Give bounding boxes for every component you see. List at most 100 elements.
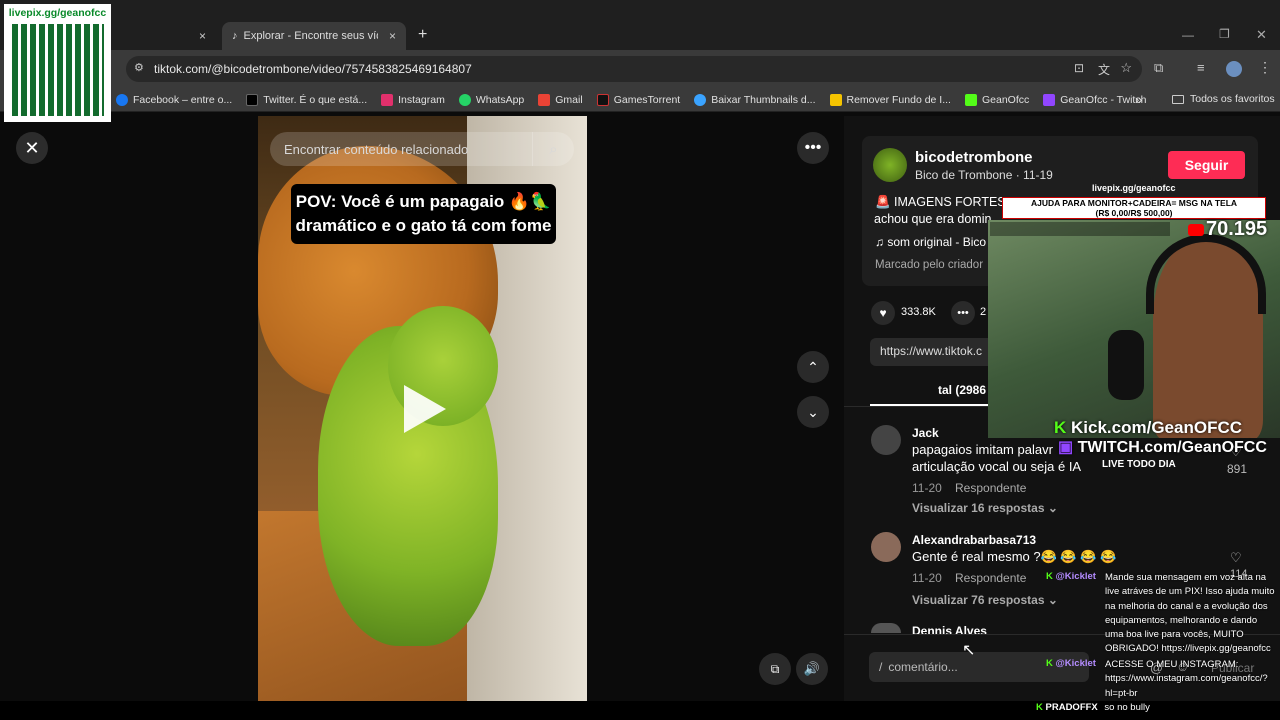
bookmark-whatsapp[interactable]: WhatsApp [458,93,524,106]
bookmarks-bar: Facebook – entre o... Twitter. É o que e… [0,88,1280,112]
bookmark-geanofcc-twitch[interactable]: GeanOfcc - Twitch [1043,93,1146,106]
bookmark-gmail[interactable]: Gmail [538,93,583,106]
twitch-channel: ▣ TWITCH.com/GeanOFCC [1058,439,1267,456]
bookmark-instagram[interactable]: Instagram [381,93,445,106]
chevron-down-icon[interactable]: ⌄ [797,396,829,428]
all-favorites-folder[interactable]: Todos os favoritos [1172,93,1275,105]
url-bar[interactable]: ⚙ tiktok.com/@bicodetrombone/video/75745… [126,56,1142,82]
livepix-label: livepix.gg/geanofcc [1092,183,1176,193]
close-icon[interactable]: × [389,29,396,43]
avatar[interactable] [871,532,901,562]
more-options-icon[interactable]: ••• [797,132,829,164]
menu-icon[interactable]: ⋮ [1258,59,1272,76]
media-icon[interactable]: ≡ [1197,60,1205,75]
related-search-input[interactable]: Encontrar conteúdo relacionado ⌕ [270,132,574,166]
install-icon[interactable]: ⊡ [1074,61,1084,75]
comment-author[interactable]: Alexandrabarbasa713 [912,533,1036,547]
reply-button[interactable]: Respondente [955,481,1026,495]
follow-button[interactable]: Seguir [1168,151,1245,179]
bookmark-remover-fundo[interactable]: Remover Fundo de I... [829,93,951,106]
window-close-icon[interactable]: ✕ [1256,27,1267,43]
webcam-headset [1146,234,1266,314]
qr-code-icon [12,24,104,116]
volume-icon[interactable]: 🔊 [796,653,828,685]
user-subtitle: Bico de Trombone · 11-19 [915,168,1053,182]
instagram-icon [381,93,394,106]
x-icon [246,93,259,106]
kick-icon: K [1036,702,1043,713]
bookmark-twitter[interactable]: Twitter. É o que está... [246,93,367,106]
kick-icon: K [1046,658,1053,669]
mouse-cursor-icon: ↖ [962,642,976,659]
view-replies-button[interactable]: Visualizar 16 respostas ⌄ [912,501,1058,515]
close-icon[interactable]: × [199,29,206,43]
bookmark-geanofcc[interactable]: GeanOfcc [964,93,1029,106]
video-caption: POV: Você é um papagaio 🔥🦜 dramático e o… [291,184,556,244]
like-count: 333.8K [901,306,936,318]
donation-goal: AJUDA PARA MONITOR+CADEIRA= MSG NA TELA … [1002,197,1266,219]
tiktok-icon: ♪ [232,30,238,42]
comment-author[interactable]: Dennis Alves [912,624,987,634]
comment-like-count: 891 [1227,462,1248,476]
new-tab-button[interactable]: + [418,26,427,44]
kick-icon: K [1054,418,1067,437]
translate-icon[interactable]: 文 [1098,61,1110,78]
twitch-icon: ▣ [1058,439,1074,456]
folder-icon [1172,94,1184,104]
tab-first[interactable]: × [112,22,216,50]
comment-text: papagaios imitam palavr [912,442,1053,457]
close-video-icon[interactable]: ✕ [16,132,48,164]
tab-explorar[interactable]: ♪ Explorar - Encontre seus vídeos × [222,22,406,50]
view-replies-button[interactable]: Visualizar 76 respostas ⌄ [912,593,1058,607]
profile-avatar[interactable] [1226,61,1242,77]
sound-link[interactable]: ♫ som original - Bico [875,235,986,249]
qr-panel: livepix.gg/geanofcc [4,4,111,122]
qr-label: livepix.gg/geanofcc [8,7,107,19]
kick-icon [964,93,977,106]
picture-in-picture-icon[interactable]: ⧉ [759,653,791,685]
webcam-feed [988,220,1280,438]
play-icon[interactable] [404,385,446,433]
tagged-by-creator: Marcado pelo criador [875,259,984,271]
comment-heart-icon[interactable]: ♡ [1230,550,1242,566]
comment-author[interactable]: Jack [912,426,939,440]
site-info-icon[interactable]: ⚙ [134,61,144,74]
reply-button[interactable]: Respondente [955,571,1026,585]
tab-comments[interactable]: tal (2986 [938,383,986,397]
minimize-icon[interactable]: — [1182,28,1194,42]
viewer-counter: 70.195 [1188,218,1267,241]
chevron-up-icon[interactable]: ⌃ [797,351,829,383]
comment-text: Gente é real mesmo ?😂 😂 😂 😂 [912,549,1117,564]
whatsapp-icon [458,93,471,106]
comment-date: 11-20 [912,571,942,585]
bookmark-gamestorrent[interactable]: GamesTorrent [596,93,680,106]
gamestorrent-icon [596,93,609,106]
avatar[interactable] [871,425,901,455]
avatar[interactable] [873,148,907,182]
kick-icon: K [1046,571,1053,582]
username[interactable]: bicodetrombone [915,149,1033,166]
thumbnails-icon [694,93,707,106]
bookmark-facebook[interactable]: Facebook – entre o... [116,93,232,106]
kick-channel: K Kick.com/GeanOFCC [1054,418,1243,437]
supporters-strip [990,222,1170,236]
heart-icon[interactable]: ♥ [871,301,895,325]
comment-date: 11-20 [912,481,942,495]
chat-author: K @Kicklet [1046,658,1096,669]
comment-icon[interactable]: ••• [951,301,975,325]
gmail-icon [538,93,551,106]
bookmarks-more-button[interactable]: » [1135,92,1142,107]
search-icon[interactable]: ⌕ [532,132,574,166]
live-schedule: LIVE TODO DIA [1102,459,1176,470]
facebook-icon [116,93,128,106]
comment-text-cont: articulação vocal ou seja é IA [912,459,1082,474]
remove-bg-icon [829,93,842,106]
description-line-2: achou que era domin [874,212,992,226]
url-text: tiktok.com/@bicodetrombone/video/7574583… [154,62,472,76]
bookmark-star-icon[interactable]: ☆ [1120,60,1132,76]
extensions-icon[interactable]: ⧉ [1154,60,1163,76]
bookmark-thumbnails[interactable]: Baixar Thumbnails d... [694,93,816,106]
avatar[interactable] [871,623,901,633]
restore-icon[interactable]: ❐ [1219,27,1230,41]
comment-count: 2 [980,306,987,318]
